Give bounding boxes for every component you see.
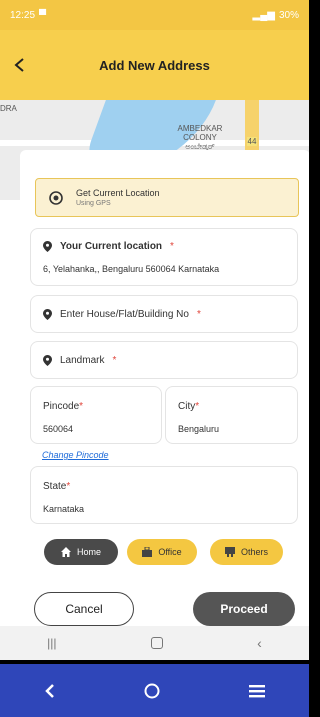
back-key-icon[interactable]: ‹ xyxy=(257,635,262,651)
device-navigation-bar xyxy=(0,664,309,717)
required-mark: * xyxy=(66,481,71,492)
required-mark: * xyxy=(170,241,174,252)
office-chip-label: Office xyxy=(158,547,182,557)
state-label: State xyxy=(43,481,67,492)
current-location-card[interactable]: Your Current location * 6, Yelahanka,, Be… xyxy=(30,228,298,286)
landmark-field[interactable]: Landmark * xyxy=(30,341,298,379)
required-mark: * xyxy=(196,308,201,320)
nav-back-icon[interactable] xyxy=(44,683,56,698)
pincode-label: Pincode xyxy=(43,401,80,412)
state-field[interactable]: State * Karnataka xyxy=(30,466,298,524)
map-label-left: DRA xyxy=(0,104,17,113)
location-pin-icon xyxy=(43,241,52,252)
home-icon xyxy=(60,547,71,557)
city-label: City xyxy=(178,401,196,412)
gps-title: Get Current Location xyxy=(76,188,160,198)
map-label-road: 44 xyxy=(247,137,257,146)
address-type-others[interactable]: Others xyxy=(210,539,283,565)
gps-target-icon xyxy=(36,190,76,206)
nav-home-icon[interactable] xyxy=(144,683,160,699)
cancel-button[interactable]: Cancel xyxy=(34,592,134,626)
back-button[interactable] xyxy=(0,58,40,72)
signal-icon: ▂▄▆ xyxy=(252,9,275,21)
location-pin-icon xyxy=(43,354,52,366)
house-number-field[interactable]: Enter House/Flat/Building No * xyxy=(30,295,298,333)
state-value: Karnataka xyxy=(43,504,85,514)
android-soft-keys: ||| ‹ xyxy=(0,626,309,660)
gps-subtitle: Using GPS xyxy=(76,200,111,207)
city-value: Bengaluru xyxy=(178,424,220,434)
status-bar: 12:25 ▀ ▂▄▆ 30% xyxy=(0,0,309,30)
current-location-label: Your Current location xyxy=(60,241,163,252)
pincode-field[interactable]: Pincode * 560064 xyxy=(30,386,162,444)
current-location-value: 6, Yelahanka,, Bengaluru 560064 Karnatak… xyxy=(43,264,220,274)
get-current-location-button[interactable]: Get Current Location Using GPS xyxy=(35,178,299,217)
required-mark: * xyxy=(195,401,200,412)
address-type-home[interactable]: Home xyxy=(44,539,118,565)
location-pin-icon xyxy=(43,308,52,320)
change-pincode-link[interactable]: Change Pincode xyxy=(42,450,109,460)
pincode-value: 560064 xyxy=(43,424,74,434)
page-title: Add New Address xyxy=(99,57,210,73)
address-type-office[interactable]: Office xyxy=(127,539,197,565)
recent-apps-icon[interactable]: ||| xyxy=(47,636,56,650)
phone-screen: 12:25 ▀ ▂▄▆ 30% Add New Address DRA AMBE… xyxy=(0,0,309,717)
required-mark: * xyxy=(79,401,84,412)
app-header: Add New Address xyxy=(0,30,309,100)
home-key-icon[interactable] xyxy=(150,637,163,649)
city-field[interactable]: City * Bengaluru xyxy=(165,386,298,444)
house-number-placeholder: Enter House/Flat/Building No xyxy=(60,308,189,320)
nav-menu-icon[interactable] xyxy=(248,684,265,698)
proceed-button[interactable]: Proceed xyxy=(193,592,295,626)
others-chip-label: Others xyxy=(240,547,268,557)
battery-level: 30% xyxy=(278,9,299,21)
status-time: 12:25 xyxy=(10,9,36,21)
required-mark: * xyxy=(112,354,117,366)
notification-icon: ▀ xyxy=(39,9,47,21)
office-icon xyxy=(142,547,153,557)
landmark-placeholder: Landmark xyxy=(60,354,105,366)
back-arrow-icon xyxy=(14,58,24,72)
others-icon xyxy=(224,547,235,557)
home-chip-label: Home xyxy=(76,547,101,557)
